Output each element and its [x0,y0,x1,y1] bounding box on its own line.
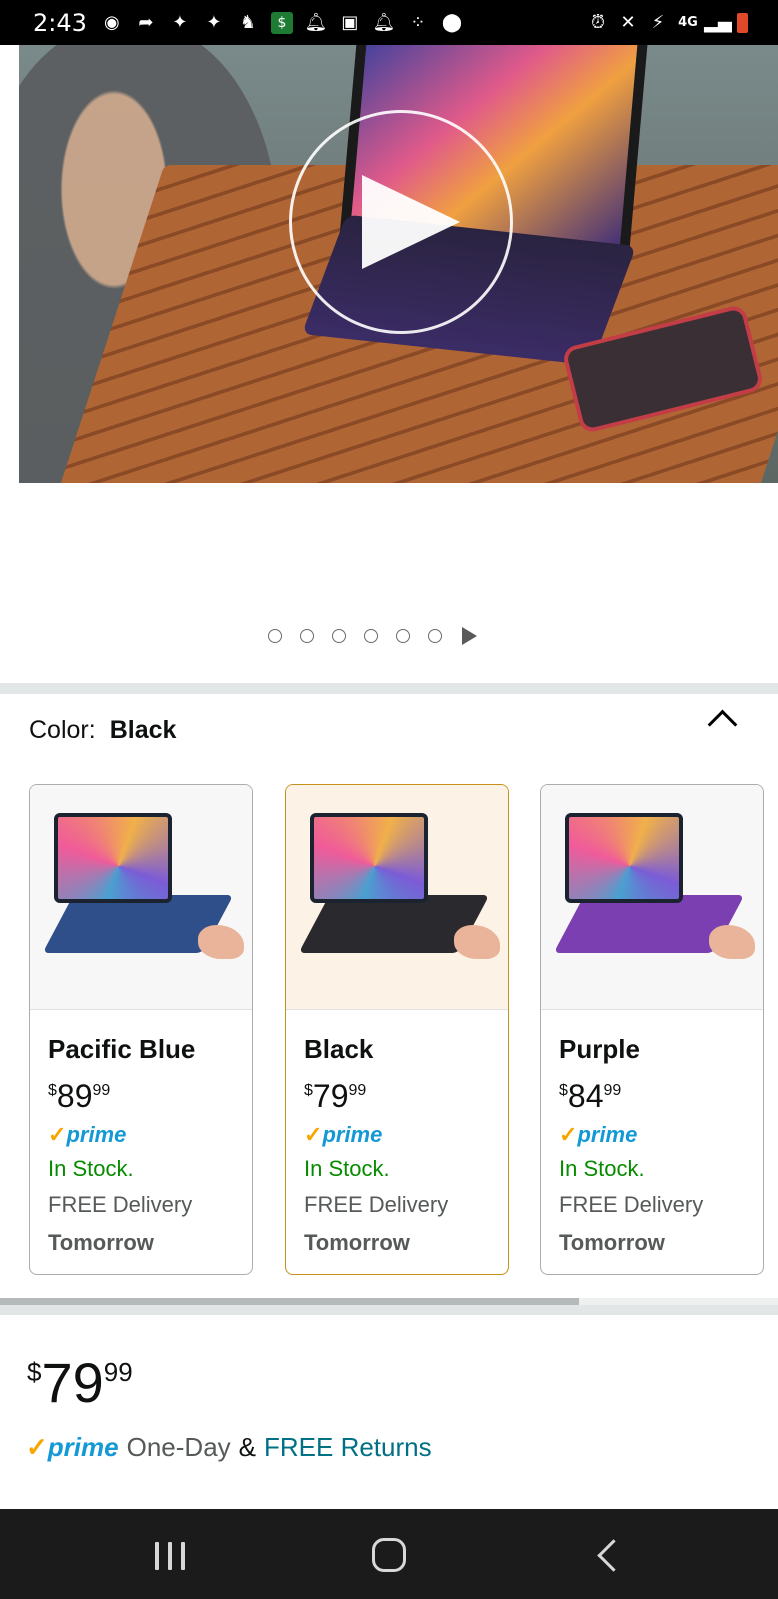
twitter-icon: ✦ [172,12,188,33]
carousel-dot[interactable] [300,629,314,643]
status-time: 2:43 [33,8,87,37]
prime-check-icon: ✓ [304,1122,323,1147]
home-icon[interactable] [372,1538,406,1572]
delivery-day: Tomorrow [304,1230,410,1255]
bell-icon: 🔔︎ [372,12,396,33]
product-price: $7999 [27,1351,133,1414]
cash-app-icon: $ [270,11,293,34]
shipping-amp: & [238,1432,256,1462]
chevron-up-icon[interactable] [707,709,738,740]
carousel-dot[interactable] [428,629,442,643]
variant-card-pacific-blue[interactable]: Pacific Blue $8999 ✓ prime In Stock. FREE… [29,784,253,1275]
hand [454,925,500,959]
variant-price: $8999 [48,1078,111,1114]
bell-icon: 🔔︎ [304,12,328,33]
variant-image [30,785,252,1010]
product-video[interactable] [19,45,778,483]
tablet-screen [54,813,172,903]
prime-badge: ✓ prime [48,1122,127,1147]
shipping-speed: One-Day [126,1432,231,1462]
twitter-icon: ✦ [206,12,222,33]
data-icon: ⚡︎ [651,12,665,33]
variant-price: $8499 [559,1078,622,1114]
shipping-info: ✓ prime One-Day & FREE Returns [26,1432,432,1463]
variant-card-black[interactable]: Black $7999 ✓ prime In Stock. FREE Delive… [285,784,509,1275]
stock-status: In Stock. [48,1156,134,1181]
battery-icon [737,12,748,33]
navigation-bar [0,1509,778,1599]
prime-check-icon: ✓ [48,1122,67,1147]
variant-scrollbar[interactable] [0,1298,778,1305]
prime-check-icon: ✓ [26,1432,48,1462]
delivery-line: FREE Delivery [559,1192,704,1217]
variant-name: Pacific Blue [48,1034,196,1064]
variant-image [541,785,763,1010]
network-type: 4G [678,15,698,30]
prime-badge: ✓ prime [304,1122,383,1147]
stock-status: In Stock. [559,1156,645,1181]
selected-color: Black [109,716,177,744]
system-icons: ⏰︎ ✕ ⚡︎ 4G ▂▄ [587,0,748,45]
variant-name: Black [304,1034,374,1064]
play-icon [362,175,460,269]
carousel-dot[interactable] [364,629,378,643]
variant-card-purple[interactable]: Purple $8499 ✓ prime In Stock. FREE Deliv… [540,784,764,1275]
delivery-day: Tomorrow [48,1230,154,1255]
video-dot-play-icon[interactable] [462,627,477,645]
variant-price: $7999 [304,1078,367,1114]
free-returns-link[interactable]: FREE Returns [264,1432,432,1463]
tablet-screen [565,813,683,903]
variant-image [286,785,508,1010]
section-divider [0,1305,778,1315]
variant-name: Purple [559,1034,640,1064]
prime-check-icon: ✓ [559,1122,578,1147]
gallery-icon: ▣ [341,12,359,33]
recent-apps-icon[interactable] [155,1542,185,1570]
dots-icon: ⁘ [410,12,426,33]
prime-badge: ✓ prime [559,1122,638,1147]
hand [198,925,244,959]
scrollbar-thumb[interactable] [0,1298,579,1305]
location-icon: ⬤ [441,12,462,33]
carousel-dot[interactable] [268,629,282,643]
robinhood-icon: ♞ [239,12,256,33]
delivery-day: Tomorrow [559,1230,665,1255]
messenger-icon: ◉ [104,12,120,33]
tablet-screen [310,813,428,903]
arrow-icon: ➦ [138,12,154,33]
notification-icons: ◉ ➦ ✦ ✦ ♞ $ 🔔︎ ▣ 🔔︎ ⁘ ⬤ [101,11,463,34]
mute-icon: ✕ [620,12,636,33]
carousel-dot[interactable] [396,629,410,643]
status-bar: 2:43 ◉ ➦ ✦ ✦ ♞ $ 🔔︎ ▣ 🔔︎ ⁘ ⬤ ⏰︎ ✕ ⚡︎ 4G … [0,0,778,45]
prime-logo: prime [47,1432,119,1462]
carousel-dot[interactable] [332,629,346,643]
back-icon[interactable] [597,1539,630,1572]
signal-icon: ▂▄ [704,12,732,33]
stock-status: In Stock. [304,1156,390,1181]
image-carousel-dots [268,627,477,645]
hand [709,925,755,959]
delivery-line: FREE Delivery [48,1192,193,1217]
alarm-icon: ⏰︎ [590,12,606,33]
delivery-line: FREE Delivery [304,1192,449,1217]
color-label: Color: [29,716,96,744]
color-selector-label: Color: Black [29,716,176,745]
section-divider [0,683,778,694]
